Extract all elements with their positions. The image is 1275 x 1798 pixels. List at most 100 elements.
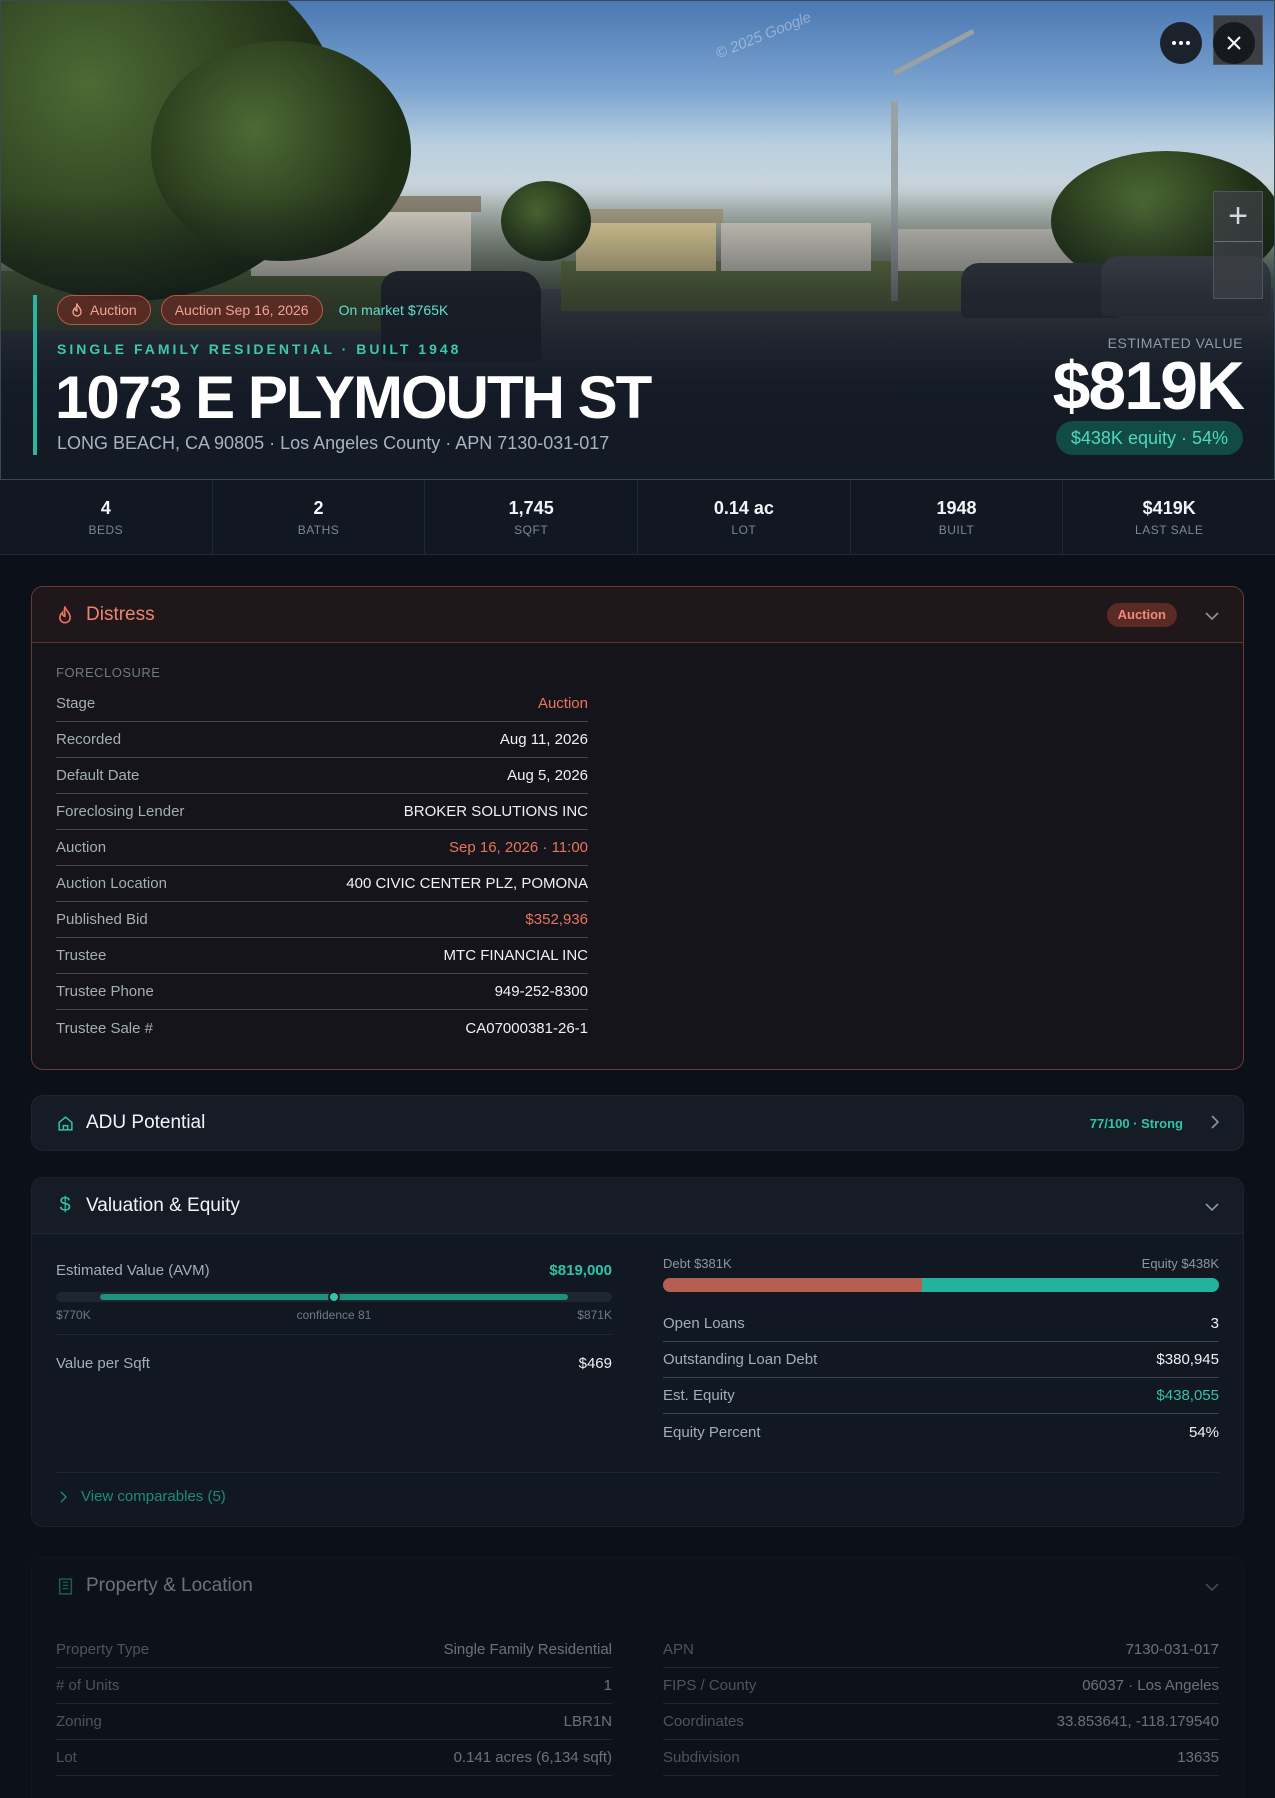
adu-score: 77/100 · Strong [1089,1115,1183,1131]
row-value: 3 [1210,1315,1219,1332]
comparables-label: View comparables (5) [81,1488,226,1505]
row-key: Foreclosing Lender [56,803,185,820]
equity-segment [921,1278,1219,1292]
ellipsis-icon [1172,41,1190,45]
row-value: Auction [537,695,588,712]
avm-value: $819,000 [549,1261,612,1279]
zoom-in-button[interactable]: + [1214,192,1262,242]
foreclosure-row: Default Date Aug 5, 2026 [56,758,588,794]
stat-sqft: 1,745 SQFT [425,480,639,554]
zoom-out-button[interactable] [1214,242,1262,298]
stat-label: BUILT [938,522,975,537]
estimated-value: $819K [1052,348,1245,424]
property-header[interactable]: Property & Location [32,1558,1243,1614]
row-value: Aug 11, 2026 [499,731,588,748]
equity-row: Est. Equity $438,055 [663,1378,1219,1414]
stat-value: 1,745 [508,497,554,518]
row-value: 54% [1188,1423,1219,1441]
row-value: 0.141 acres (6,134 sqft) [453,1749,612,1766]
equity-row: Open Loans 3 [663,1306,1219,1342]
row-value: 06037 · Los Angeles [1082,1677,1219,1694]
map-zoom-control: + [1213,191,1263,299]
auction-pill: Auction [57,295,151,325]
debt-equity-bar [663,1278,1219,1292]
row-value: $380,945 [1156,1351,1219,1368]
row-key: APN [663,1641,694,1658]
distress-title: Distress [86,603,155,625]
property-address: 1073 E PLYMOUTH ST [55,364,652,431]
row-key: Published Bid [56,911,148,928]
stat-label: BEDS [88,522,124,537]
row-value: Sep 16, 2026 · 11:00 [449,839,588,856]
equity-label: Equity $438K [1141,1256,1219,1271]
chevron-down-icon[interactable] [1205,1198,1219,1214]
foreclosure-row: Trustee Phone 949-252-8300 [56,974,588,1010]
foreclosure-row: Auction Location 400 CIVIC CENTER PLZ, PO… [56,866,588,902]
valuation-header[interactable]: $ Valuation & Equity [32,1178,1243,1234]
row-key: Outstanding Loan Debt [663,1351,818,1368]
property-location: LONG BEACH, CA 90805 · Los Angeles Count… [57,433,610,453]
building-icon [56,1577,74,1595]
foreclosure-row: Trustee Sale # CA07000381-26-1 [56,1010,588,1046]
stat-label: LOT [731,522,757,537]
row-value: 1 [603,1677,612,1694]
avm-row: Estimated Value (AVM) $819,000 [56,1256,612,1284]
row-value: $352,936 [525,911,588,928]
stat-label: SQFT [514,522,549,537]
property-row: Lot 0.141 acres (6,134 sqft) [56,1740,612,1776]
close-button[interactable] [1213,22,1255,64]
chevron-right-icon[interactable] [1211,1114,1220,1132]
foreclosure-row: Auction Sep 16, 2026 · 11:00 [56,830,588,866]
range-high: $871K [577,1308,612,1322]
row-value: 7130-031-017 [1125,1641,1219,1658]
row-key: # of Units [56,1677,120,1694]
per-sqft-row: Value per Sqft $469 [56,1355,612,1372]
avm-label: Estimated Value (AVM) [56,1261,210,1279]
stat-beds: 4 BEDS [0,480,213,554]
flame-icon [56,605,74,624]
property-row: Coordinates 33.853641, -118.179540 [663,1704,1219,1740]
adu-potential-panel[interactable]: ADU Potential 77/100 · Strong [31,1095,1244,1151]
chevron-right-icon [60,1490,67,1503]
property-row: FIPS / County 06037 · Los Angeles [663,1668,1219,1704]
avm-marker [328,1291,340,1303]
more-options-button[interactable] [1160,22,1202,64]
property-row: APN 7130-031-017 [663,1632,1219,1668]
view-comparables-link[interactable]: View comparables (5) [60,1488,226,1505]
row-key: Equity Percent [663,1423,761,1441]
foreclosure-row: Foreclosing Lender BROKER SOLUTIONS INC [56,794,588,830]
foreclosure-row: Published Bid $352,936 [56,902,588,938]
row-key: Coordinates [663,1713,744,1730]
close-icon [1227,36,1241,50]
chevron-down-icon[interactable] [1205,607,1219,623]
property-row: Subdivision 13635 [663,1740,1219,1776]
on-market-pill: On market $765K [333,295,455,325]
stats-bar: 4 BEDS 2 BATHS 1,745 SQFT 0.14 ac LOT 1948 BU… [0,480,1275,555]
property-subtitle: SINGLE FAMILY RESIDENTIAL · BUILT 1948 [57,341,462,357]
property-row: # of Units 1 [56,1668,612,1704]
row-value: Aug 5, 2026 [507,767,588,784]
stat-value: 2 [313,497,324,518]
debt-segment [663,1278,922,1292]
row-key: Recorded [56,731,122,748]
property-location-panel: Property & Location Property Type Single … [31,1557,1244,1798]
row-key: Lot [56,1749,77,1766]
property-row: Zoning LBR1N [56,1704,612,1740]
row-value: $438,055 [1156,1387,1219,1404]
valuation-title: Valuation & Equity [86,1194,240,1216]
adu-title: ADU Potential [86,1112,206,1133]
row-key: Trustee [56,947,107,964]
row-key: FIPS / County [663,1677,757,1694]
row-value: CA07000381-26-1 [465,1019,588,1037]
distress-header[interactable]: Distress Auction [32,587,1243,643]
plus-icon: + [1228,197,1248,235]
per-sqft-value: $469 [578,1355,612,1372]
accent-bar [33,295,37,455]
row-key: Subdivision [663,1749,740,1766]
chevron-down-icon[interactable] [1205,1578,1219,1594]
auction-date-pill: Auction Sep 16, 2026 [160,295,323,325]
foreclosure-row: Trustee MTC FINANCIAL INC [56,938,588,974]
row-value: BROKER SOLUTIONS INC [403,803,588,820]
row-value: 13635 [1177,1749,1219,1766]
per-sqft-label: Value per Sqft [56,1355,150,1372]
